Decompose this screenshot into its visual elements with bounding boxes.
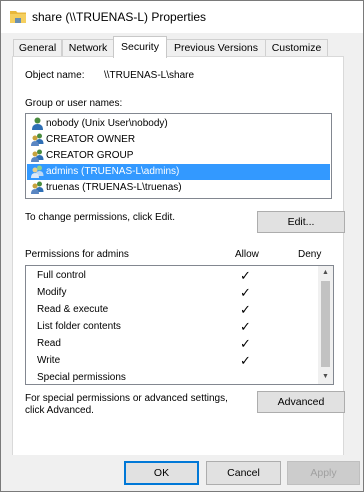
allow-check-icon: ✓	[240, 285, 251, 300]
advanced-settings-text-line2: click Advanced.	[25, 405, 94, 416]
permissions-list[interactable]: Full control ✓ Modify ✓ Read & execute ✓…	[25, 265, 334, 385]
user-name: truenas (TRUENAS-L\truenas)	[46, 182, 182, 193]
user-name: admins (TRUENAS-L\admins)	[46, 166, 180, 177]
user-list[interactable]: nobody (Unix User\nobody) CREATOR OWNER	[25, 113, 332, 199]
group-icon	[31, 149, 44, 162]
folder-icon	[10, 11, 26, 23]
group-or-user-names-label: Group or user names:	[25, 98, 123, 109]
permissions-for-label: Permissions for admins	[25, 249, 129, 260]
scroll-down-icon[interactable]: ▼	[318, 370, 333, 384]
scroll-up-icon[interactable]: ▲	[318, 266, 333, 280]
permission-row-read: Read ✓	[26, 336, 318, 353]
properties-dialog: share (\\TRUENAS-L) Properties General N…	[0, 0, 364, 492]
list-item-nobody[interactable]: nobody (Unix User\nobody)	[27, 116, 330, 132]
permission-name: Write	[37, 355, 61, 366]
list-item-truenas[interactable]: truenas (TRUENAS-L\truenas)	[27, 180, 330, 196]
permission-row-modify: Modify ✓	[26, 285, 318, 302]
title-bar[interactable]: share (\\TRUENAS-L) Properties	[1, 1, 363, 33]
allow-check-icon: ✓	[240, 353, 251, 368]
user-icon	[32, 117, 43, 130]
window-title: share (\\TRUENAS-L) Properties	[32, 10, 207, 24]
scroll-thumb[interactable]	[321, 281, 330, 367]
ok-button[interactable]: OK	[124, 461, 199, 485]
allow-check-icon: ✓	[240, 302, 251, 317]
security-panel: Object name: \\TRUENAS-L\share Group or …	[12, 56, 345, 456]
apply-button[interactable]: Apply	[287, 461, 360, 485]
tab-security[interactable]: Security	[113, 36, 167, 58]
cancel-button[interactable]: Cancel	[206, 461, 281, 485]
change-permissions-text: To change permissions, click Edit.	[25, 212, 176, 223]
permission-name: Special permissions	[37, 372, 126, 383]
tab-previous-versions[interactable]: Previous Versions	[166, 39, 266, 57]
dialog-footer: OK Cancel Apply	[1, 455, 363, 491]
user-name: CREATOR OWNER	[46, 134, 136, 145]
allow-check-icon: ✓	[240, 319, 251, 334]
permission-name: Read	[37, 338, 61, 349]
advanced-button[interactable]: Advanced	[257, 391, 345, 413]
object-name-value: \\TRUENAS-L\share	[104, 70, 195, 81]
permission-name: Modify	[37, 287, 67, 298]
permission-row-read-execute: Read & execute ✓	[26, 302, 318, 319]
group-icon	[31, 133, 44, 146]
group-icon	[31, 165, 44, 178]
permission-name: Read & execute	[37, 304, 109, 315]
deny-column-header: Deny	[298, 249, 322, 260]
list-item-creator-owner[interactable]: CREATOR OWNER	[27, 132, 330, 148]
permission-row-special-permissions: Special permissions	[26, 370, 318, 387]
user-name: nobody (Unix User\nobody)	[46, 118, 168, 129]
user-name: CREATOR GROUP	[46, 150, 134, 161]
allow-column-header: Allow	[235, 249, 259, 260]
list-item-admins[interactable]: admins (TRUENAS-L\admins)	[27, 164, 330, 180]
permission-name: Full control	[37, 270, 86, 281]
advanced-settings-text-line1: For special permissions or advanced sett…	[25, 393, 228, 404]
permission-name: List folder contents	[37, 321, 121, 332]
allow-check-icon: ✓	[240, 268, 251, 283]
edit-button[interactable]: Edit...	[257, 211, 345, 233]
tab-customize[interactable]: Customize	[265, 39, 328, 57]
allow-check-icon: ✓	[240, 336, 251, 351]
tab-general[interactable]: General	[13, 39, 62, 57]
object-name-label: Object name:	[25, 70, 85, 81]
tab-strip: General Network Security Previous Versio…	[1, 33, 363, 58]
permissions-scrollbar[interactable]: ▲ ▼	[318, 266, 333, 384]
list-item-creator-group[interactable]: CREATOR GROUP	[27, 148, 330, 164]
permission-row-full-control: Full control ✓	[26, 268, 318, 285]
permission-row-list-folder-contents: List folder contents ✓	[26, 319, 318, 336]
group-icon	[31, 181, 44, 194]
permission-row-write: Write ✓	[26, 353, 318, 370]
tab-network[interactable]: Network	[62, 39, 114, 57]
